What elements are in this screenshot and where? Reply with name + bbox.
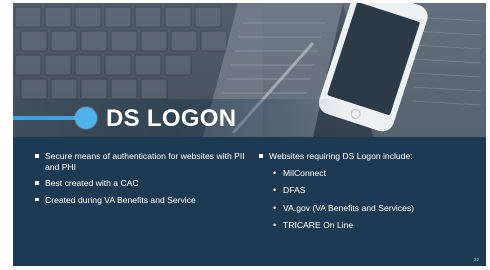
- list-item: TRICARE On Line: [257, 220, 479, 231]
- slide-title: DS LOGON: [106, 105, 237, 132]
- accent-line: [13, 116, 83, 120]
- list-item: DFAS: [257, 185, 479, 196]
- list-item: MilConnect: [257, 168, 479, 179]
- list-item: Secure means of authentication for websi…: [33, 151, 253, 172]
- circle-accent-icon: [75, 107, 97, 129]
- list-item: Created during VA Benefits and Service: [33, 195, 253, 206]
- list-item: VA.gov (VA Benefits and Services): [257, 203, 479, 214]
- presentation-slide: DS LOGON Secure means of authentication …: [13, 3, 486, 266]
- left-column: Secure means of authentication for websi…: [33, 151, 253, 211]
- list-item: Best created with a CAC: [33, 178, 253, 189]
- website-sub-list: MilConnect DFAS VA.gov (VA Benefits and …: [257, 168, 479, 231]
- page-number: 22: [473, 257, 479, 262]
- right-column: Websites requiring DS Logon include: Mil…: [257, 151, 479, 238]
- left-bullet-list: Secure means of authentication for websi…: [33, 151, 253, 205]
- right-bullet-list: Websites requiring DS Logon include:: [257, 151, 479, 162]
- list-item: Websites requiring DS Logon include:: [257, 151, 479, 162]
